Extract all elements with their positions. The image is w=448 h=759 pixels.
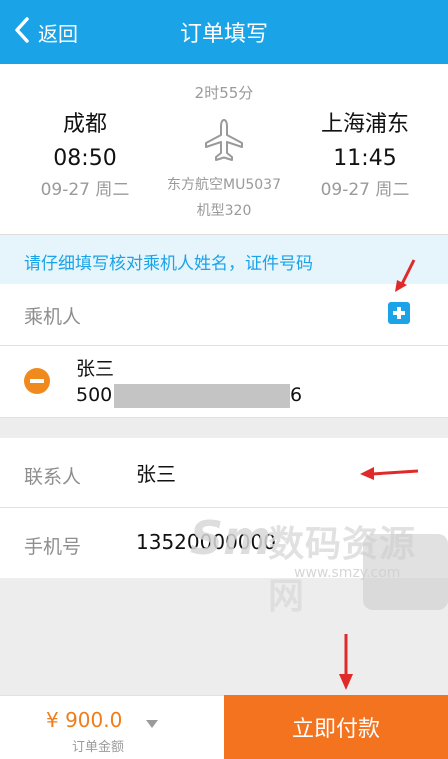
id-redaction-bar (114, 384, 290, 408)
pay-now-button[interactable]: 立即付款 (224, 695, 448, 759)
flight-card: 2时55分 成都 08:50 09-27 周二 东方航空MU5037 机型320… (0, 64, 448, 234)
airplane-icon (198, 114, 250, 166)
caret-down-icon[interactable] (146, 720, 158, 728)
passenger-item: 张三 500 6 (0, 346, 448, 418)
passenger-id-suffix: 6 (290, 384, 303, 406)
arrow-annotation-icon (395, 259, 416, 292)
contact-label: 联系人 (24, 466, 82, 488)
minus-circle-icon[interactable] (24, 368, 50, 394)
passenger-header: 乘机人 (0, 284, 448, 346)
arrow-annotation-icon (360, 467, 419, 480)
order-amount-label: 订单金额 (72, 740, 125, 755)
departure-time: 08:50 (53, 146, 117, 171)
departure-city: 成都 (62, 112, 107, 137)
floating-overlay (363, 534, 448, 610)
passenger-name: 张三 (76, 358, 115, 380)
arrival-block: 上海浦东 11:45 09-27 周二 (300, 106, 430, 200)
flight-duration: 2时55分 (194, 84, 254, 102)
plus-square-icon[interactable] (388, 302, 410, 324)
order-price: ¥ 900.0 (46, 708, 123, 732)
page-title: 订单填写 (179, 22, 268, 47)
arrival-date: 09-27 周二 (320, 180, 410, 200)
passenger-id-prefix: 500 (76, 384, 113, 406)
arrival-time: 11:45 (333, 146, 397, 171)
header-bar: 返回 订单填写 (0, 0, 448, 64)
notice-banner: 请仔细填写核对乘机人姓名，证件号码 (0, 234, 448, 284)
phone-label: 手机号 (24, 536, 82, 558)
passenger-label: 乘机人 (24, 306, 82, 328)
arrow-annotation-icon (339, 634, 353, 690)
phone-field[interactable] (136, 530, 286, 554)
aircraft-model: 机型320 (196, 203, 252, 219)
arrival-city: 上海浦东 (320, 112, 409, 137)
contact-name-field[interactable] (136, 460, 286, 484)
